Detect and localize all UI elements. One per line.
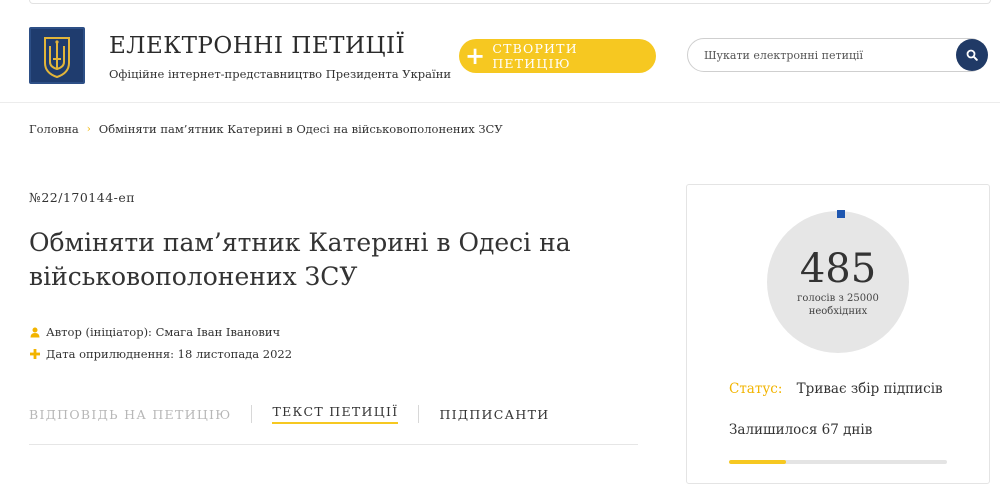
petition-number: №22/170144-еп — [29, 190, 136, 205]
chevron-right-icon: › — [86, 123, 91, 135]
top-strip — [29, 0, 991, 4]
signature-caption-line1: голосів з 25000 — [797, 293, 879, 304]
petition-date-text: Дата оприлюднення: 18 листопада 2022 — [46, 347, 293, 361]
status-value: Триває збір підписів — [796, 381, 943, 397]
signature-caption-line2: необхідних — [808, 306, 868, 317]
search-input[interactable] — [687, 38, 987, 72]
create-petition-label: СТВОРИТИ ПЕТИЦІЮ — [492, 41, 578, 71]
tab-divider — [418, 405, 420, 423]
trident-coat-of-arms-icon[interactable] — [29, 27, 85, 84]
breadcrumb: Головна › Обміняти пам’ятник Катерині в … — [29, 122, 503, 136]
petition-tabs: ВІДПОВІДЬ НА ПЕТИЦІЮ ТЕКСТ ПЕТИЦІЇ ПІДПИ… — [29, 404, 549, 424]
create-petition-button[interactable]: + СТВОРИТИ ПЕТИЦІЮ — [459, 39, 656, 73]
days-remaining: Залишилося 67 днів — [729, 422, 873, 438]
tab-response[interactable]: ВІДПОВІДЬ НА ПЕТИЦІЮ — [29, 407, 231, 422]
petition-author-text: Автор (ініціатор): Смага Іван Іванович — [46, 325, 281, 339]
petition-author: Автор (ініціатор): Смага Іван Іванович — [29, 325, 280, 339]
signature-caption: голосів з 25000 необхідних — [767, 292, 909, 318]
tab-signers[interactable]: ПІДПИСАНТИ — [439, 407, 549, 422]
tab-petition-text[interactable]: ТЕКСТ ПЕТИЦІЇ — [272, 404, 399, 424]
tab-divider — [251, 405, 253, 423]
signature-count: 485 — [799, 246, 877, 292]
site-subtitle: Офіційне інтернет-представництво Президе… — [109, 67, 452, 81]
petition-date: Дата оприлюднення: 18 листопада 2022 — [29, 347, 292, 361]
search-bar — [687, 38, 990, 74]
breadcrumb-home-link[interactable]: Головна — [29, 122, 79, 136]
breadcrumb-current: Обміняти пам’ятник Катерині в Одесі на в… — [98, 122, 503, 136]
header-divider — [0, 102, 1000, 103]
plus-icon: + — [465, 41, 487, 70]
status-label: Статус: — [729, 381, 783, 397]
petition-title: Обміняти пам’ятник Катерині в Одесі на в… — [29, 228, 571, 291]
user-icon — [29, 327, 41, 338]
search-icon — [966, 49, 978, 61]
search-button[interactable] — [956, 39, 988, 71]
plus-icon — [29, 349, 41, 359]
site-title[interactable]: ЕЛЕКТРОННІ ПЕТИЦІЇ — [109, 33, 405, 59]
signature-progress-marker — [837, 210, 845, 218]
days-progress-bar — [729, 460, 947, 464]
days-progress-fill — [729, 460, 786, 464]
content-divider — [29, 444, 638, 445]
petition-status: Статус: Триває збір підписів — [729, 381, 943, 397]
